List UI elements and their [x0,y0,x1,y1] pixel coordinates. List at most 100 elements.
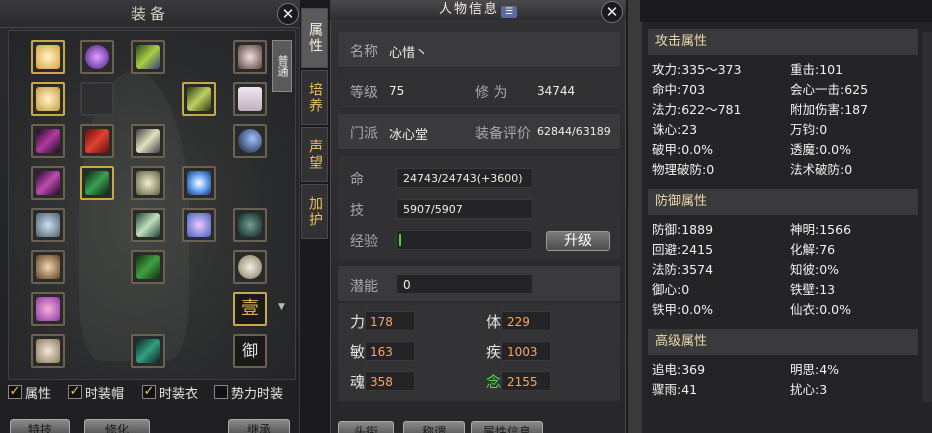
checkbox-fashion-clothes-box[interactable]: ✓ [142,385,156,399]
mind-label: 念 [486,373,502,391]
attribute-entry: 诛心:23 [652,122,698,137]
seal-slot[interactable]: 壹 [233,292,267,326]
defense-slot[interactable]: 御 [233,334,267,368]
agility-label: 敏 [350,343,366,361]
equip-slot[interactable] [31,208,65,242]
exp-bar-fill [399,234,401,246]
character-info-title: 人物信息 ☰ [330,0,626,20]
attack-attributes-header: 攻击属性 [648,29,918,55]
attribute-entry: 铁壁:13 [790,282,836,297]
tab-protection[interactable]: 加护 [301,184,328,239]
attribute-entry: 重击:101 [790,62,844,77]
equip-slot[interactable] [31,166,65,200]
checkbox-fashion-hat[interactable]: ✓ 时装帽 [68,382,124,402]
equip-slot[interactable] [80,166,114,200]
checkbox-faction-fashion-box[interactable] [214,385,228,399]
equip-slot[interactable] [80,40,114,74]
equip-slot[interactable] [80,124,114,158]
list-icon[interactable]: ☰ [501,6,517,18]
equip-slot[interactable] [131,124,165,158]
level-value: 75 [389,84,405,98]
attribute-entry: 铁甲:0.0% [652,302,713,317]
exp-bar [396,230,533,250]
equip-slot[interactable] [31,40,65,74]
attribute-info-button[interactable]: 属性信息 [471,421,543,433]
equip-slot[interactable] [233,82,267,116]
attribute-entry: 法防:3574 [652,262,714,277]
equip-slot[interactable] [233,124,267,158]
potential-value: 0 [403,278,411,292]
attribute-entry: 透魔:0.0% [790,142,851,157]
strength-value: 178 [370,315,393,329]
refine-button[interactable]: 修化 [84,419,150,433]
attribute-entry: 物理破防:0 [652,162,715,177]
checkbox-fashion-clothes[interactable]: ✓ 时装衣 [142,382,198,402]
soul-value: 358 [370,375,393,389]
tab-attributes[interactable]: 属性 [301,8,328,68]
checkbox-faction-fashion-label: 势力时装 [231,386,284,402]
equip-slot[interactable] [233,250,267,284]
defense-attributes-header: 防御属性 [648,189,918,215]
cultivation-value: 34744 [537,84,576,98]
mp-label: 技 [350,203,364,219]
exp-label: 经验 [350,234,378,250]
speed-label: 疾 [486,343,502,361]
appellation-button[interactable]: 称谓 [403,421,465,433]
equip-slot-empty[interactable] [80,82,114,116]
equip-slot[interactable] [31,334,65,368]
equip-slot[interactable] [131,208,165,242]
constitution-label: 体 [486,313,502,331]
attribute-entry: 骤雨:41 [652,382,698,397]
gear-score-label: 装备评价 [475,126,531,142]
normal-mode-tag[interactable]: 普通 [272,40,292,92]
equip-slot[interactable] [31,250,65,284]
equip-slot[interactable] [182,82,216,116]
attribute-entry: 御心:0 [652,282,690,297]
equip-slot[interactable] [131,166,165,200]
attribute-entry: 万钧:0 [790,122,828,137]
tab-cultivate[interactable]: 培养 [301,70,328,125]
equip-slot[interactable] [182,208,216,242]
title-button[interactable]: 头衔 [338,421,394,433]
checkbox-fashion-hat-box[interactable]: ✓ [68,385,82,399]
checkbox-attributes-label: 属性 [25,386,52,402]
attribute-entry: 扰心:3 [790,382,828,397]
agility-value: 163 [370,345,393,359]
attribute-scrollbar[interactable] [922,32,932,402]
attribute-entry: 神明:1566 [790,222,852,237]
attribute-entry: 法术破防:0 [790,162,853,177]
checkbox-attributes-box[interactable]: ✓ [8,385,22,399]
tab-reputation[interactable]: 声望 [301,127,328,182]
equip-slot[interactable] [182,166,216,200]
equip-slot[interactable] [31,124,65,158]
equip-slot[interactable] [31,292,65,326]
advanced-attributes-header: 高级属性 [648,329,918,355]
attribute-entry: 知彼:0% [790,262,840,277]
cultivation-label: 修 为 [475,85,508,101]
upgrade-button[interactable]: 升级 [546,231,610,251]
checkbox-fashion-clothes-label: 时装衣 [159,386,199,402]
level-label: 等级 [350,85,378,101]
attribute-entry: 防御:1889 [652,222,714,237]
name-label: 名称 [350,44,378,60]
equip-slot[interactable] [233,208,267,242]
dropdown-arrow-icon[interactable]: ▼ [278,302,285,312]
attribute-entry: 会心一击:625 [790,82,869,97]
checkbox-faction-fashion[interactable]: 势力时装 [214,382,283,402]
info-close-button[interactable]: ✕ [601,1,623,23]
attribute-entry: 仙衣:0.0% [790,302,851,317]
equip-slot[interactable] [131,250,165,284]
checkbox-attributes[interactable]: ✓ 属性 [8,382,51,402]
special-skill-button[interactable]: 特技 [10,419,70,433]
mp-value: 5907/5907 [403,203,463,216]
attribute-entry: 破甲:0.0% [652,142,713,157]
equip-slot[interactable] [131,334,165,368]
equip-slot[interactable] [233,40,267,74]
equip-slot[interactable] [31,82,65,116]
attribute-entry: 追电:369 [652,362,706,377]
equipment-close-button[interactable]: ✕ [277,3,299,25]
speed-value: 1003 [507,345,538,359]
equip-slot[interactable] [131,40,165,74]
gear-score-value: 62844/63189 [537,125,611,138]
inherit-button[interactable]: 继承 [228,419,290,433]
